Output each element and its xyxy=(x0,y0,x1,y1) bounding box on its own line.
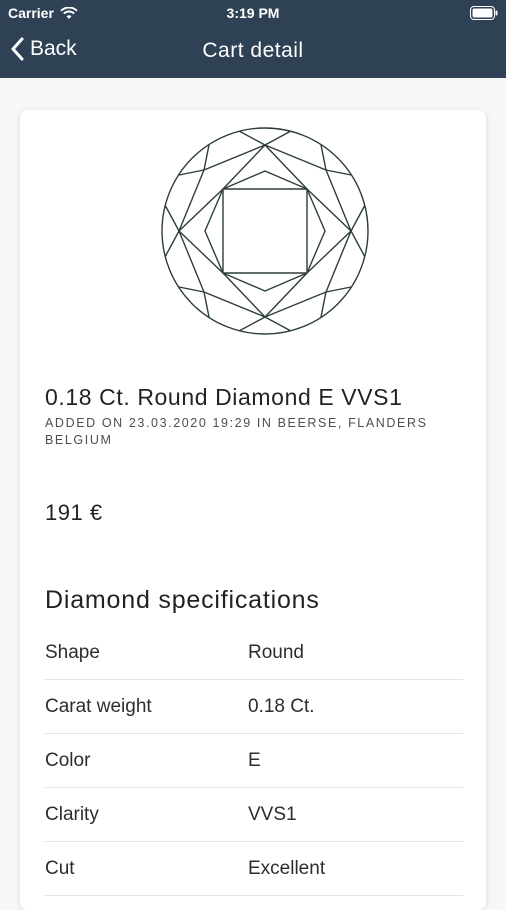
spec-value: VVS1 xyxy=(248,804,297,825)
specifications-heading: Diamond specifications xyxy=(45,586,320,614)
spec-label: Cut xyxy=(45,858,75,879)
page-title: Cart detail xyxy=(202,39,304,62)
spec-row-clarity: Clarity VVS1 xyxy=(45,788,463,842)
spec-label: Shape xyxy=(45,642,100,663)
round-diamond-icon xyxy=(161,127,369,335)
spec-value: Round xyxy=(248,642,304,663)
spec-value: Excellent xyxy=(248,858,326,879)
status-time: 3:19 PM xyxy=(226,5,280,21)
battery-icon xyxy=(470,6,498,20)
spec-value: 0.18 Ct. xyxy=(248,696,315,717)
spec-row-cut: Cut Excellent xyxy=(45,842,463,896)
specifications-table: Shape Round Carat weight 0.18 Ct. Color … xyxy=(45,626,463,896)
navigation-bar: Back Cart detail xyxy=(0,28,506,78)
cart-item-card: 0.18 Ct. Round Diamond E VVS1 ADDED ON 2… xyxy=(20,110,486,910)
item-title: 0.18 Ct. Round Diamond E VVS1 xyxy=(45,384,403,410)
spec-row-carat-weight: Carat weight 0.18 Ct. xyxy=(45,680,463,734)
top-bar: Carrier 3:19 PM Back Cart detail xyxy=(0,0,506,78)
spec-value: E xyxy=(248,750,261,771)
spec-row-color: Color E xyxy=(45,734,463,788)
status-bar: Carrier 3:19 PM xyxy=(0,0,506,28)
item-added-info: ADDED ON 23.03.2020 19:29 IN BEERSE, FLA… xyxy=(45,416,428,447)
spec-label: Color xyxy=(45,750,91,771)
spec-row-shape: Shape Round xyxy=(45,626,463,680)
spec-label: Carat weight xyxy=(45,696,152,717)
item-price: 191 € xyxy=(45,500,103,525)
spec-label: Clarity xyxy=(45,804,99,825)
